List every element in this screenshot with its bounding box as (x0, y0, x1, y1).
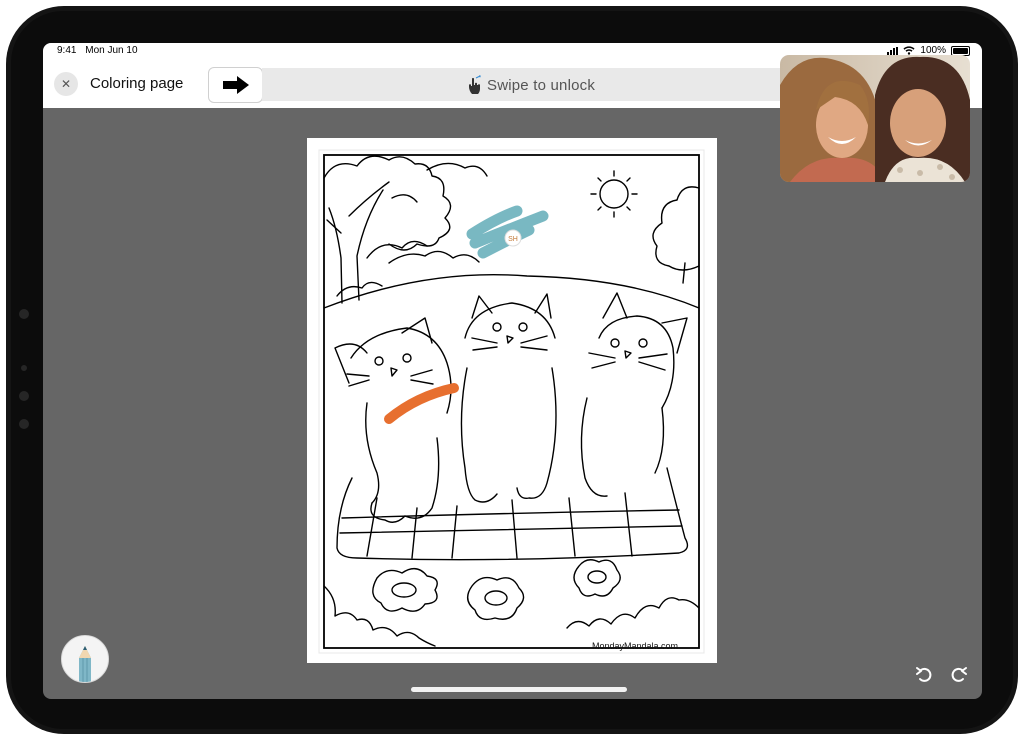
undo-icon (916, 667, 932, 682)
swipe-label: Swipe to unlock (487, 76, 596, 94)
close-icon: ✕ (60, 77, 72, 91)
status-date: Mon Jun 10 (85, 45, 138, 56)
close-button[interactable]: ✕ (54, 72, 78, 96)
watermark: MondayMandala.com (592, 641, 678, 651)
arrow-right-icon (222, 76, 249, 94)
swipe-handle[interactable] (208, 67, 263, 103)
signal-icon (887, 46, 899, 55)
pencil-tool-button[interactable] (61, 635, 109, 683)
undo-button[interactable] (914, 664, 936, 686)
redo-icon (951, 667, 967, 682)
collaborator-initials: SH (508, 236, 518, 243)
pencil-icon (79, 646, 91, 682)
battery-icon (951, 45, 970, 56)
status-time: 9:41 (57, 45, 77, 56)
orange-brush-stroke (384, 383, 459, 424)
side-button (19, 419, 29, 429)
page-title: Coloring page (90, 75, 184, 92)
side-button (21, 365, 27, 371)
facetime-video-tile[interactable] (780, 55, 970, 182)
swipe-to-unlock-track[interactable]: Swipe to unlock (262, 68, 782, 101)
screen: 9:41 Mon Jun 10 100% ✕ Coloring page Swi… (43, 43, 982, 699)
side-button (19, 309, 29, 319)
side-button (19, 391, 29, 401)
coloring-canvas[interactable]: SH MondayMandala.com (307, 138, 717, 663)
home-indicator[interactable] (411, 687, 627, 692)
coloring-page[interactable]: SH MondayMandala.com (307, 138, 717, 663)
status-bar-left: 9:41 Mon Jun 10 (57, 45, 144, 56)
wifi-icon (903, 46, 915, 55)
tap-hand-icon (469, 75, 481, 94)
redo-button[interactable] (947, 664, 969, 686)
